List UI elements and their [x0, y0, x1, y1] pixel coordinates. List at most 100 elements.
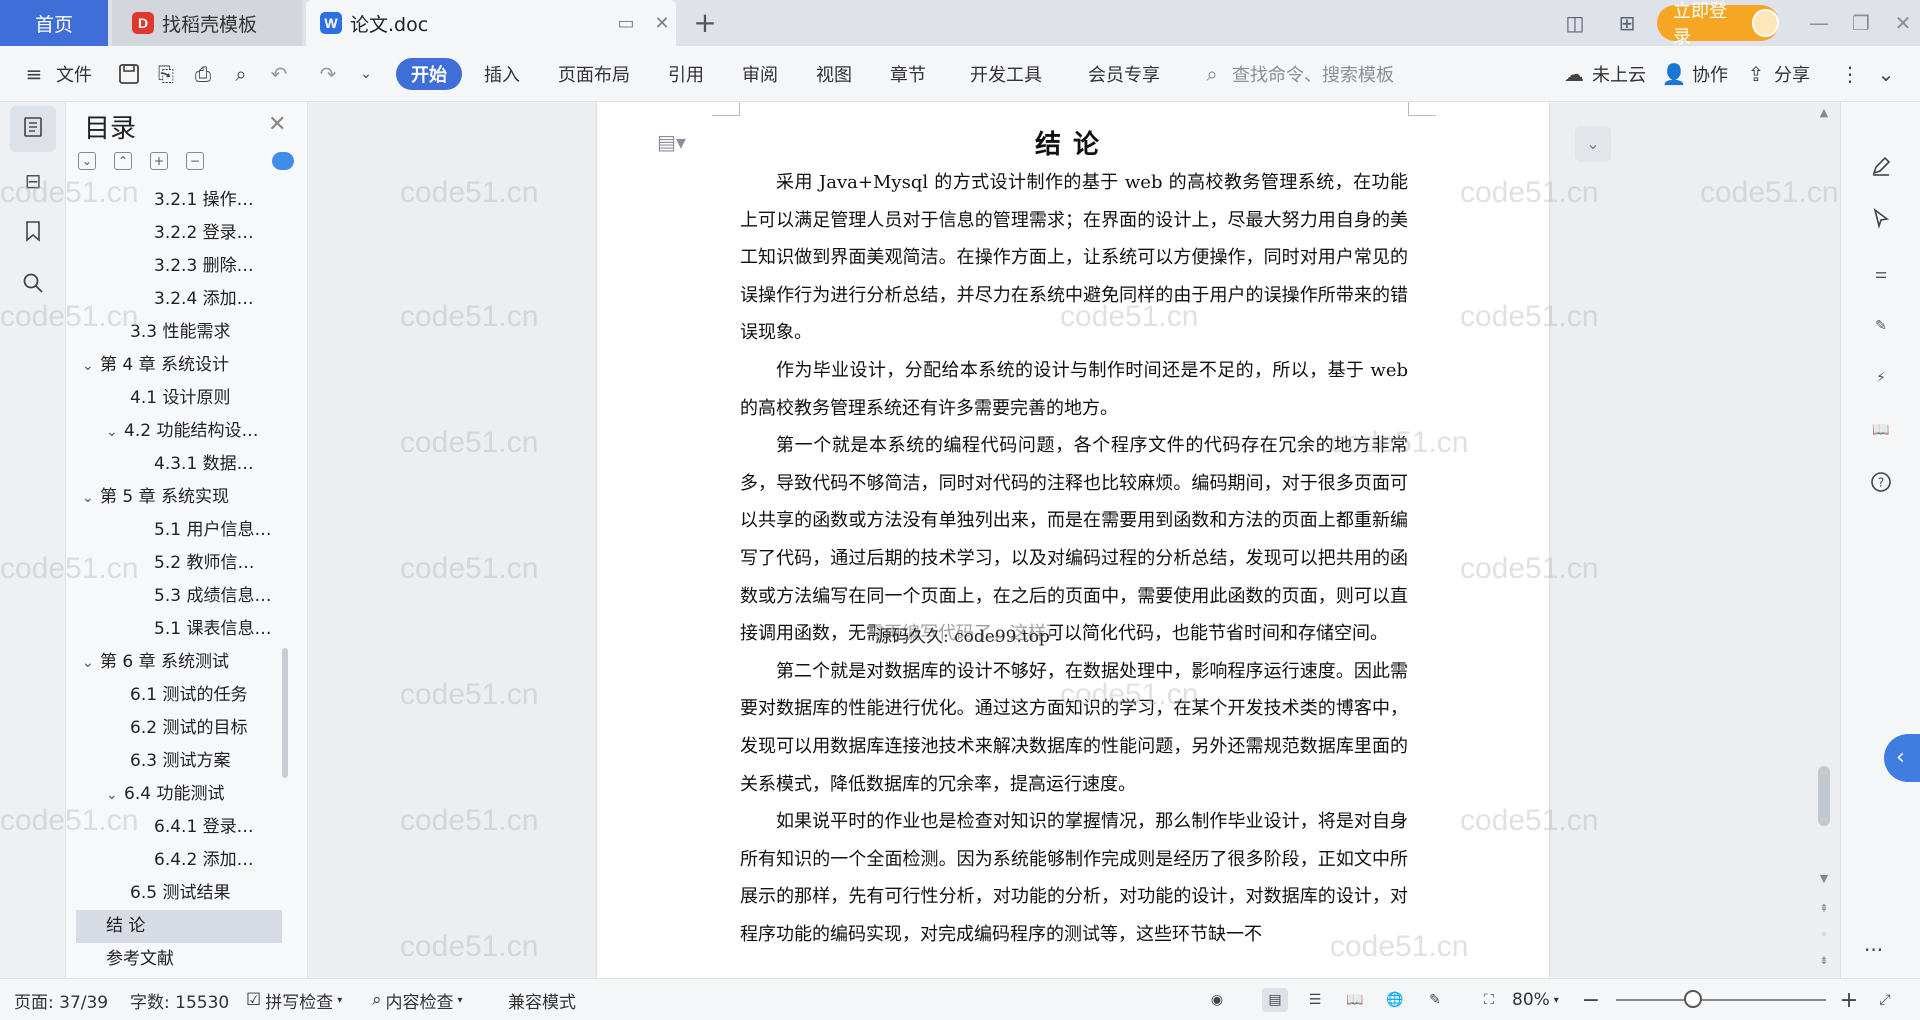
style-gallery-icon[interactable]: ✎	[1865, 310, 1897, 342]
tab-page-layout[interactable]: 页面布局	[558, 46, 630, 102]
ai-assistant-icon[interactable]: ⚡	[1865, 362, 1897, 394]
toc-item[interactable]: 5.1 课表信息…	[154, 613, 271, 646]
toc-item[interactable]: 6.5 测试结果	[130, 877, 230, 910]
toc-item[interactable]: 6.1 测试的任务	[130, 679, 247, 712]
tab-member[interactable]: 会员专享	[1088, 46, 1160, 102]
print-preview-button[interactable]: ⌕	[227, 46, 255, 102]
web-view-icon[interactable]: 🌐	[1382, 988, 1408, 1012]
redo-button[interactable]: ↷	[314, 46, 342, 102]
zoom-slider-knob[interactable]	[1684, 990, 1702, 1008]
tab-start[interactable]: 开始	[396, 58, 462, 90]
tab-review[interactable]: 审阅	[742, 46, 778, 102]
toc-item[interactable]: 4.1 设计原则	[130, 382, 230, 415]
page-indicator[interactable]: 页面: 37/39	[14, 979, 108, 1020]
fold-panel-icon[interactable]: ⌄	[1575, 126, 1611, 162]
toc-item[interactable]: ⌄ 第 5 章 系统实现	[82, 481, 229, 514]
more-horizontal-icon[interactable]: ···	[1864, 938, 1883, 962]
scroll-top-icon[interactable]: ▲	[1814, 106, 1834, 119]
pen-icon[interactable]	[1865, 150, 1897, 182]
collapse-ribbon-button[interactable]: ⌄	[1872, 46, 1900, 102]
undo-button[interactable]: ↶	[265, 46, 293, 102]
more-options-button[interactable]: ⋮	[1836, 46, 1864, 102]
quick-access-dropdown[interactable]: ⌄	[352, 46, 380, 102]
close-window-icon[interactable]: ✕	[1888, 8, 1918, 38]
toc-item[interactable]: ⌄ 第 4 章 系统设计	[82, 349, 229, 382]
demote-icon[interactable]: −	[186, 152, 204, 170]
tab-references[interactable]: 引用	[668, 46, 704, 102]
toc-item[interactable]: 3.2.2 登录…	[154, 217, 254, 250]
toc-item[interactable]: 6.4.1 登录…	[154, 811, 254, 844]
help-icon[interactable]: ?	[1865, 466, 1897, 498]
tab-developer[interactable]: 开发工具	[970, 46, 1042, 102]
fullscreen-icon[interactable]: ⤢	[1872, 988, 1898, 1012]
scroll-down-icon[interactable]: ▼	[1814, 872, 1834, 885]
zoom-level-dropdown[interactable]: 80% ▾	[1512, 979, 1559, 1020]
page-nav-icon[interactable]: ◦	[1814, 928, 1834, 941]
outline-scrollbar[interactable]	[282, 648, 288, 778]
toc-item[interactable]: 4.3.1 数据…	[154, 448, 254, 481]
chapter-nav-rail-button[interactable]: ⊟	[10, 158, 56, 204]
tab-document[interactable]: W 论文.doc ▭ ✕	[306, 0, 676, 46]
toc-item[interactable]: 5.1 用户信息…	[154, 514, 271, 547]
toc-item[interactable]: 6.2 测试的目标	[130, 712, 247, 745]
toc-item[interactable]: 6.3 测试方案	[130, 745, 230, 778]
reader-icon[interactable]: 📖	[1865, 414, 1897, 446]
zoom-slider-track[interactable]	[1616, 999, 1826, 1001]
spell-check-button[interactable]: ☑ 拼写检查 ▾	[246, 979, 342, 1020]
reading-view-icon[interactable]: 📖	[1342, 988, 1368, 1012]
login-button[interactable]: 立即登录	[1657, 1, 1779, 48]
layout-icon[interactable]: ◫	[1560, 10, 1590, 36]
vertical-scrollbar[interactable]: ▲ ▼ ⇞ ◦ ⇟	[1808, 102, 1840, 978]
chevron-down-icon[interactable]: ⌄	[82, 647, 100, 680]
tab-template[interactable]: D 找稻壳模板	[112, 0, 302, 46]
collapse-level-icon[interactable]: ⌃	[114, 152, 132, 170]
collaborate-button[interactable]: 👤 协作	[1660, 46, 1728, 102]
outline-sync-toggle[interactable]	[272, 152, 294, 170]
bookmark-rail-button[interactable]	[10, 210, 56, 256]
content-check-button[interactable]: ⌕ 内容检查 ▾	[372, 979, 463, 1020]
word-count[interactable]: 字数: 15530	[130, 979, 229, 1020]
minimize-icon[interactable]: —	[1804, 8, 1834, 38]
document-page[interactable]: ▤▾ 结论 采用 Java+Mysql 的方式设计制作的基于 web 的高校教务…	[597, 102, 1549, 978]
file-menu[interactable]: ≡ 文件	[20, 46, 92, 102]
find-rail-button[interactable]	[10, 262, 56, 308]
document-body[interactable]: 采用 Java+Mysql 的方式设计制作的基于 web 的高校教务管理系统，在…	[740, 164, 1408, 953]
next-page-icon[interactable]: ⇟	[1814, 954, 1834, 967]
outline-rail-button[interactable]	[10, 106, 56, 152]
tab-home[interactable]: 首页	[0, 0, 108, 46]
toc-item-selected[interactable]: 结 论	[76, 910, 282, 943]
command-search-input[interactable]: ⌕ 查找命令、搜索模板	[1198, 46, 1394, 102]
toc-item[interactable]: ⌄ 4.2 功能结构设…	[106, 415, 258, 448]
monitor-icon[interactable]: ▭	[612, 13, 640, 34]
chevron-down-icon[interactable]: ⌄	[82, 350, 100, 383]
close-icon[interactable]: ✕	[268, 112, 286, 137]
save-button[interactable]	[115, 46, 143, 102]
expand-level-icon[interactable]: ⌄	[78, 152, 96, 170]
toc-item[interactable]: 3.2.4 添加…	[154, 283, 254, 316]
zoom-out-icon[interactable]: −	[1578, 988, 1604, 1013]
fit-page-icon[interactable]: ⛶	[1476, 988, 1502, 1012]
share-button[interactable]: ⇪ 分享	[1742, 46, 1810, 102]
sliders-icon[interactable]: ⚌	[1865, 258, 1897, 290]
toc-item[interactable]: 3.3 性能需求	[130, 316, 230, 349]
toc-item[interactable]: 6.4.2 添加…	[154, 844, 254, 877]
toc-item[interactable]: ⌄ 第 6 章 系统测试	[82, 646, 229, 679]
promote-icon[interactable]: +	[150, 152, 168, 170]
scrollbar-thumb[interactable]	[1818, 766, 1830, 826]
toc-item[interactable]: 3.2.1 操作…	[154, 186, 254, 217]
eye-protection-icon[interactable]: ◉	[1204, 988, 1230, 1012]
tab-insert[interactable]: 插入	[484, 46, 520, 102]
print-button[interactable]: ⎙	[189, 46, 217, 102]
toc-item[interactable]: 5.2 教师信…	[154, 547, 254, 580]
cursor-icon[interactable]	[1865, 202, 1897, 234]
prev-page-icon[interactable]: ⇞	[1814, 902, 1834, 915]
chevron-down-icon[interactable]: ⌄	[106, 779, 124, 812]
write-mode-icon[interactable]: ✎	[1422, 988, 1448, 1012]
chevron-down-icon[interactable]: ⌄	[106, 416, 124, 449]
tab-chapter[interactable]: 章节	[890, 46, 926, 102]
apps-grid-icon[interactable]: ⊞	[1612, 10, 1642, 36]
new-tab-button[interactable]: +	[690, 8, 720, 38]
restore-icon[interactable]: ❐	[1846, 8, 1876, 38]
cloud-status-button[interactable]: ☁ 未上云	[1560, 46, 1646, 102]
close-tab-icon[interactable]: ✕	[648, 13, 676, 34]
